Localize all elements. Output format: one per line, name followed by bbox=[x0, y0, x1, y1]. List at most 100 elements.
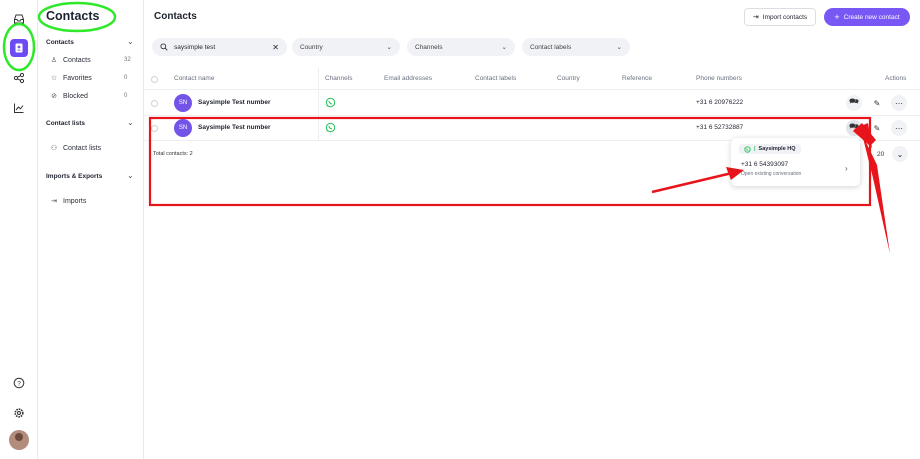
chevron-right-icon[interactable]: › bbox=[845, 164, 848, 173]
row-checkbox[interactable] bbox=[151, 125, 158, 132]
contact-labels-filter[interactable]: Contact labels ⌄ bbox=[522, 38, 630, 56]
whatsapp-icon bbox=[744, 145, 751, 153]
column-divider bbox=[318, 68, 319, 90]
column-header[interactable]: Contact labels bbox=[475, 75, 516, 82]
svg-text:?: ? bbox=[17, 380, 21, 387]
create-contact-label: Create new contact bbox=[843, 13, 900, 21]
sidebar-item-label: Contacts bbox=[63, 56, 91, 64]
import-contacts-label: Import contacts bbox=[762, 13, 808, 21]
create-contact-button[interactable]: + Create new contact bbox=[824, 8, 910, 26]
conversation-button[interactable]: 🗪 bbox=[846, 95, 862, 111]
column-header[interactable]: Country bbox=[557, 75, 580, 82]
contacts-sidebar: Contacts Contacts ⌄ ♙ Contacts 32 ☆ Favo… bbox=[38, 0, 144, 459]
tag-divider: | bbox=[754, 146, 756, 152]
sidebar-title: Contacts bbox=[46, 9, 100, 23]
contacts-nav-icon[interactable] bbox=[10, 39, 28, 57]
section-contacts-label[interactable]: Contacts bbox=[46, 39, 74, 46]
people-icon: ⚇ bbox=[50, 145, 58, 152]
more-button[interactable]: ⋯ bbox=[891, 95, 907, 111]
sidebar-item-label: Contact lists bbox=[63, 144, 102, 152]
chat-bubbles-icon: 🗪 bbox=[849, 97, 859, 106]
contact-avatar: SN bbox=[174, 119, 192, 137]
channels-filter[interactable]: Channels ⌄ bbox=[407, 38, 515, 56]
column-divider bbox=[318, 91, 319, 116]
column-header[interactable]: Channels bbox=[325, 75, 352, 82]
user-avatar[interactable] bbox=[9, 430, 29, 450]
contact-labels-filter-label: Contact labels bbox=[530, 43, 572, 51]
pencil-icon: ✎ bbox=[873, 123, 881, 133]
table-row[interactable]: SN Saysimple Test number +31 6 20976222 … bbox=[144, 91, 920, 116]
conversation-popover: | Saysimple HQ +31 6 54393097 Open exist… bbox=[731, 138, 860, 186]
popover-subtitle[interactable]: Open existing conversation bbox=[741, 171, 801, 177]
contact-avatar: SN bbox=[174, 94, 192, 112]
country-filter[interactable]: Country ⌄ bbox=[292, 38, 400, 56]
count-badge: 0 bbox=[124, 93, 128, 99]
phone-number: +31 6 20976222 bbox=[696, 99, 744, 106]
plus-icon: + bbox=[834, 12, 840, 22]
sidebar-item-blocked[interactable]: ⊘ Blocked bbox=[50, 92, 88, 101]
import-icon: ⇥ bbox=[752, 14, 759, 21]
clear-search-icon[interactable]: ✕ bbox=[272, 43, 279, 52]
column-header[interactable]: Reference bbox=[622, 75, 652, 82]
contact-name[interactable]: Saysimple Test number bbox=[198, 124, 271, 131]
import-contacts-button[interactable]: ⇥ Import contacts bbox=[744, 8, 816, 26]
search-icon bbox=[160, 43, 168, 51]
star-icon: ☆ bbox=[50, 75, 58, 82]
more-dots-icon: ⋯ bbox=[895, 123, 903, 133]
inbox-icon[interactable] bbox=[10, 10, 28, 28]
column-header: Actions bbox=[885, 75, 907, 82]
search-value: saysimple test bbox=[174, 43, 216, 51]
section-imports-exports-label[interactable]: Imports & Exports bbox=[46, 173, 102, 180]
settings-gear-icon[interactable] bbox=[10, 404, 28, 422]
edit-button[interactable]: ✎ bbox=[869, 120, 885, 136]
search-input[interactable]: saysimple test ✕ bbox=[152, 38, 287, 56]
chevron-down-icon[interactable]: ⌄ bbox=[127, 37, 134, 46]
person-icon: ♙ bbox=[50, 57, 58, 64]
more-dots-icon: ⋯ bbox=[895, 98, 903, 108]
sidebar-item-contacts[interactable]: ♙ Contacts bbox=[50, 56, 91, 65]
page-size-value[interactable]: 20 bbox=[877, 151, 884, 158]
share-network-icon[interactable] bbox=[10, 69, 28, 87]
row-checkbox[interactable] bbox=[151, 100, 158, 107]
chevron-down-icon: ⌄ bbox=[501, 44, 507, 51]
analytics-icon[interactable] bbox=[10, 99, 28, 117]
count-badge: 0 bbox=[124, 75, 128, 81]
more-button[interactable]: ⋯ bbox=[891, 120, 907, 136]
sidebar-item-favorites[interactable]: ☆ Favorites bbox=[50, 74, 92, 83]
chevron-down-icon: ⌄ bbox=[616, 44, 622, 51]
page-title: Contacts bbox=[154, 11, 197, 22]
total-contacts: Total contacts: 2 bbox=[153, 151, 193, 157]
import-icon: ⇥ bbox=[51, 198, 57, 205]
column-header[interactable]: Phone numbers bbox=[696, 75, 742, 82]
help-icon[interactable]: ? bbox=[10, 374, 28, 392]
sidebar-item-imports[interactable]: ⇥ Imports bbox=[50, 197, 87, 206]
count-badge: 32 bbox=[124, 57, 131, 63]
sidebar-item-label: Favorites bbox=[63, 74, 92, 82]
column-header[interactable]: Email addresses bbox=[384, 75, 432, 82]
whatsapp-icon bbox=[325, 122, 336, 133]
select-all-checkbox[interactable] bbox=[151, 76, 158, 83]
conversation-button[interactable]: 🗪 bbox=[846, 120, 862, 136]
whatsapp-icon bbox=[325, 97, 336, 108]
sidebar-item-label: Imports bbox=[63, 197, 87, 205]
column-header[interactable]: Contact name bbox=[174, 75, 214, 82]
chevron-down-icon: ⌄ bbox=[896, 149, 904, 159]
blocked-icon: ⊘ bbox=[51, 93, 57, 100]
icon-rail: ? bbox=[0, 0, 38, 459]
sidebar-item-contact-lists[interactable]: ⚇ Contact lists bbox=[50, 144, 102, 153]
country-filter-label: Country bbox=[300, 43, 323, 51]
popover-phone[interactable]: +31 6 54393097 bbox=[741, 161, 788, 168]
page-size-dropdown[interactable]: ⌄ bbox=[892, 146, 908, 162]
contact-name[interactable]: Saysimple Test number bbox=[198, 99, 271, 106]
chevron-down-icon[interactable]: ⌄ bbox=[127, 118, 134, 127]
edit-button[interactable]: ✎ bbox=[869, 95, 885, 111]
pencil-icon: ✎ bbox=[873, 98, 881, 108]
table-header: Contact name Channels Email addresses Co… bbox=[144, 68, 920, 90]
section-contact-lists-label[interactable]: Contact lists bbox=[46, 120, 85, 127]
phone-number: +31 6 52732887 bbox=[696, 124, 744, 131]
chevron-down-icon[interactable]: ⌄ bbox=[127, 171, 134, 180]
channels-filter-label: Channels bbox=[415, 43, 443, 51]
chevron-down-icon: ⌄ bbox=[386, 44, 392, 51]
channel-tag: | Saysimple HQ bbox=[739, 144, 801, 154]
chat-bubbles-icon: 🗪 bbox=[849, 122, 859, 131]
